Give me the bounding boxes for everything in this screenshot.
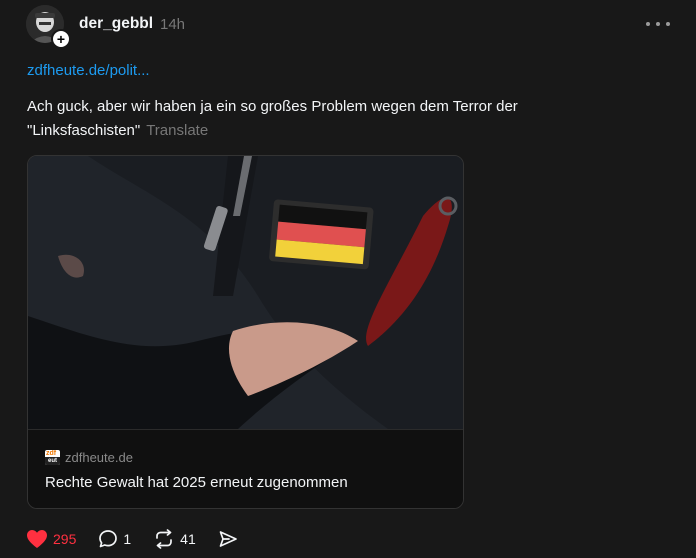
username[interactable]: der_gebbl	[79, 15, 153, 33]
source-favicon-icon: zdf eut	[45, 450, 60, 465]
follow-plus-icon[interactable]: +	[51, 29, 71, 49]
link-preview-footer: zdf eut zdfheute.de Rechte Gewalt hat 20…	[28, 429, 463, 508]
post-link[interactable]: zdfheute.de/polit...	[27, 62, 150, 79]
comment-icon	[99, 530, 118, 548]
heart-icon	[27, 530, 47, 548]
reply-button[interactable]: 1	[98, 529, 131, 549]
link-preview-card[interactable]: zdf eut zdfheute.de Rechte Gewalt hat 20…	[27, 155, 464, 509]
link-source: zdf eut zdfheute.de	[45, 450, 133, 465]
repost-button[interactable]: 41	[153, 529, 196, 549]
reply-count: 1	[123, 531, 132, 547]
action-bar: 295 1 41	[26, 527, 260, 551]
like-count: 295	[53, 531, 77, 547]
like-button[interactable]: 295	[26, 529, 76, 549]
link-preview-image	[28, 156, 463, 429]
post-body: Ach guck, aber wir haben ja ein so große…	[27, 95, 587, 143]
source-domain: zdfheute.de	[65, 450, 133, 465]
translate-button[interactable]: Translate	[146, 122, 208, 139]
more-icon[interactable]	[646, 14, 670, 34]
timestamp[interactable]: 14h	[160, 16, 185, 33]
link-title[interactable]: Rechte Gewalt hat 2025 erneut zugenommen	[45, 474, 348, 491]
share-icon	[219, 531, 237, 547]
repost-icon	[156, 529, 173, 549]
avatar[interactable]: +	[26, 5, 71, 49]
repost-count: 41	[180, 531, 196, 547]
share-button[interactable]	[218, 529, 238, 549]
post-text: Ach guck, aber wir haben ja ein so große…	[27, 98, 518, 139]
